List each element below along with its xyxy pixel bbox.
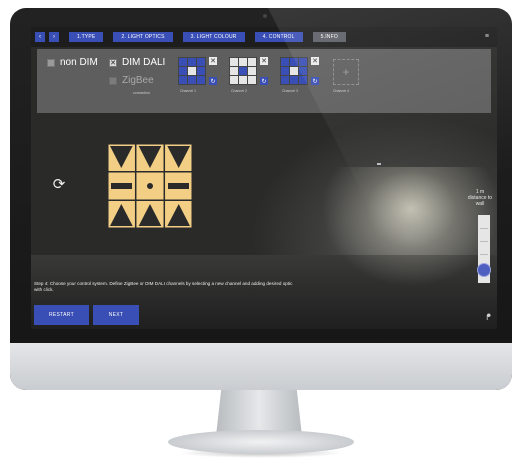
option-dim-dali[interactable]: ✕ DIM DALI: [109, 57, 165, 68]
distance-label: 1 m distance to wall: [467, 189, 493, 207]
tab-light-optics[interactable]: 2. LIGHT OPTICS: [113, 32, 173, 42]
channel-3-grid[interactable]: [280, 57, 308, 85]
tab-light-colour[interactable]: 3. LIGHT COLOUR: [182, 32, 245, 42]
chevron-right-icon[interactable]: ›: [49, 32, 59, 42]
step-instructions: Step 4: Choose your control system. Defi…: [34, 281, 293, 292]
channel-1-label: Channel 1: [180, 89, 196, 93]
reset-icon[interactable]: ↻: [311, 77, 319, 85]
close-icon[interactable]: ✕: [260, 57, 268, 65]
light-beam: [321, 167, 497, 287]
add-channel-button[interactable]: +: [333, 59, 359, 85]
option-non-dim[interactable]: non DIM: [47, 57, 98, 68]
luminaire-grid[interactable]: [107, 143, 193, 229]
ceiling-fixture: [377, 163, 381, 165]
rotate-icon[interactable]: ⟳: [51, 177, 67, 193]
zigbee-checkbox[interactable]: [109, 76, 117, 85]
top-navigation: ‹ › 1.TYPE 2. LIGHT OPTICS 3. LIGHT COLO…: [31, 27, 497, 47]
dim-dali-checkbox[interactable]: ✕: [109, 58, 117, 67]
hamburger-menu-icon[interactable]: ≡: [485, 33, 489, 40]
channel-2-label: Channel 2: [231, 89, 247, 93]
restart-button[interactable]: RESTART: [34, 305, 89, 325]
close-icon[interactable]: ✕: [209, 57, 217, 65]
tab-type[interactable]: 1.TYPE: [69, 32, 104, 42]
tab-control[interactable]: 4. CONTROL: [254, 32, 303, 42]
brand-logo-icon: ᖰ: [486, 312, 491, 322]
non-dim-checkbox[interactable]: [47, 58, 55, 67]
camera-icon: [263, 14, 267, 18]
zigbee-caption: connection: [133, 91, 150, 95]
option-zigbee[interactable]: ZigBee: [109, 75, 154, 86]
dim-dali-label: DIM DALI: [122, 57, 166, 68]
monitor-stand-base: [168, 430, 354, 454]
non-dim-label: non DIM: [60, 57, 98, 68]
close-icon[interactable]: ✕: [311, 57, 319, 65]
chevron-left-icon[interactable]: ‹: [35, 32, 45, 42]
channel-3-label: Channel 3: [282, 89, 298, 93]
tab-info[interactable]: 5.INFO: [312, 32, 346, 42]
reset-icon[interactable]: ↻: [209, 77, 217, 85]
channel-2-grid[interactable]: [229, 57, 257, 85]
reset-icon[interactable]: ↻: [260, 77, 268, 85]
channel-4-label: Channel 4: [333, 89, 349, 93]
zigbee-label: ZigBee: [122, 75, 154, 86]
channel-1-grid[interactable]: [178, 57, 206, 85]
app-screen: ‹ › 1.TYPE 2. LIGHT OPTICS 3. LIGHT COLO…: [31, 27, 497, 329]
monitor-chin: [10, 343, 512, 390]
next-button[interactable]: NEXT: [93, 305, 139, 325]
distance-slider-handle[interactable]: [477, 263, 491, 277]
control-panel: non DIM ✕ DIM DALI ZigBee connection ✕ ↻…: [37, 49, 491, 113]
